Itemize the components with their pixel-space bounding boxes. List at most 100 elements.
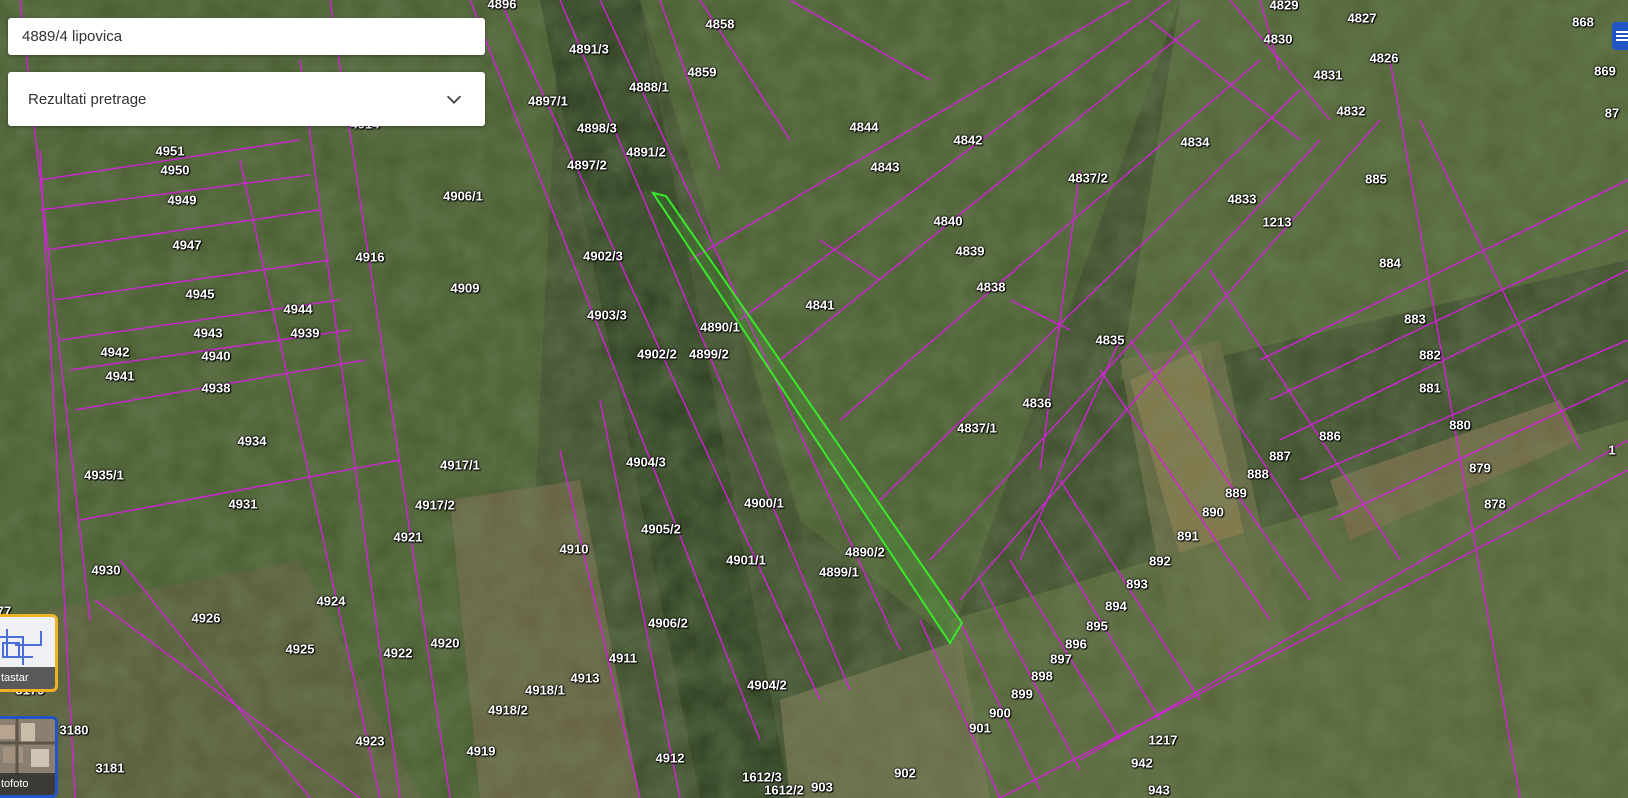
parcel-label: 4837/2 (1068, 170, 1108, 186)
parcel-label: 1213 (1262, 214, 1292, 230)
parcel-label: 4922 (383, 645, 413, 661)
layer-ortofoto-button[interactable]: tofoto (0, 716, 58, 798)
parcel-label: 4951 (155, 143, 185, 159)
parcel-label: 888 (1247, 466, 1269, 482)
parcel-label: 895 (1086, 618, 1108, 634)
parcel-label: 4944 (283, 301, 313, 317)
parcel-label: 4920 (430, 635, 460, 651)
parcel-label: 4943 (193, 325, 223, 341)
parcel-label: 1612/2 (764, 782, 804, 798)
parcel-label: 4931 (228, 496, 258, 512)
parcel-label: 886 (1319, 428, 1341, 444)
parcel-label: 4888/1 (629, 79, 669, 95)
parcel-label: 4890/1 (700, 319, 740, 335)
parcel-label: 883 (1404, 311, 1426, 327)
layer-katastar-button[interactable]: tastar (0, 614, 58, 692)
parcel-label: 4938 (201, 380, 231, 396)
parcel-label: 4921 (393, 529, 423, 545)
parcel-label: 4923 (355, 733, 385, 749)
parcel-label: 4904/3 (626, 454, 666, 470)
katastar-thumbnail-icon (0, 617, 55, 669)
parcel-label: 868 (1572, 14, 1594, 30)
layer-ortofoto-label: tofoto (0, 773, 55, 795)
parcel-label: 4906/1 (443, 188, 483, 204)
parcel-label: 4942 (100, 344, 130, 360)
parcel-label: 4891/3 (569, 41, 609, 57)
parcel-label: 899 (1011, 686, 1033, 702)
parcel-label: 894 (1105, 598, 1127, 614)
parcel-label: 3181 (95, 760, 125, 776)
parcel-label: 4904/2 (747, 677, 787, 693)
parcel-label: 87 (1604, 105, 1620, 121)
parcel-label: 4941 (105, 368, 135, 384)
parcel-label: 4906/2 (648, 615, 688, 631)
menu-icon (1616, 31, 1628, 41)
parcel-label: 4834 (1180, 134, 1210, 150)
parcel-label: 4912 (655, 750, 685, 766)
parcel-label: 4858 (705, 16, 735, 32)
parcel-label: 902 (894, 765, 916, 781)
parcel-label: 4843 (870, 159, 900, 175)
parcel-label: 4940 (201, 348, 231, 364)
search-box[interactable] (8, 18, 485, 55)
parcel-label: 4930 (91, 562, 121, 578)
parcel-label: 896 (1065, 636, 1087, 652)
parcel-label: 4917/2 (415, 497, 455, 513)
parcel-label: 4924 (316, 593, 346, 609)
parcel-label: 4829 (1269, 0, 1299, 13)
parcel-label: 887 (1269, 448, 1291, 464)
parcel-label: 884 (1379, 255, 1401, 271)
parcel-label: 4830 (1263, 31, 1293, 47)
parcel-label: 891 (1177, 528, 1199, 544)
search-results-dropdown[interactable]: Rezultati pretrage (8, 72, 485, 126)
parcel-label: 4911 (608, 650, 638, 666)
parcel-label: 1 (1608, 442, 1616, 458)
parcel-label: 869 (1594, 63, 1616, 79)
parcel-label: 4902/2 (637, 346, 677, 362)
parcel-label: 4949 (167, 192, 197, 208)
parcel-label: 897 (1050, 651, 1072, 667)
parcel-label: 4896 (487, 0, 517, 12)
parcel-label: 4950 (160, 162, 190, 178)
parcel-label: 881 (1419, 380, 1441, 396)
chevron-down-icon (446, 95, 462, 104)
parcel-label: 4913 (570, 670, 600, 686)
parcel-label: 4839 (955, 243, 985, 259)
parcel-label: 885 (1365, 171, 1387, 187)
results-label: Rezultati pretrage (28, 90, 147, 108)
parcel-label: 1217 (1148, 732, 1178, 748)
parcel-label: 4901/1 (726, 552, 766, 568)
parcel-label: 4835 (1095, 332, 1125, 348)
parcel-label: 4833 (1227, 191, 1257, 207)
parcel-label: 4900/1 (744, 495, 784, 511)
parcel-label: 3180 (59, 722, 89, 738)
parcel-label: 4925 (285, 641, 315, 657)
parcel-label: 4897/2 (567, 157, 607, 173)
parcel-label: 4910 (559, 541, 589, 557)
parcel-label: 889 (1225, 485, 1247, 501)
parcel-label: 4891/2 (626, 144, 666, 160)
menu-button[interactable] (1612, 22, 1628, 50)
parcel-label: 4935/1 (84, 467, 124, 483)
parcel-label: 4918/2 (488, 702, 528, 718)
parcel-label: 4918/1 (525, 682, 565, 698)
ortofoto-thumbnail-icon (0, 719, 55, 775)
layer-katastar-label: tastar (0, 667, 55, 689)
parcel-label: 4905/2 (641, 521, 681, 537)
parcel-label: 4899/2 (689, 346, 729, 362)
parcel-label: 4902/3 (583, 248, 623, 264)
parcel-label: 4844 (849, 119, 879, 135)
parcel-label: 943 (1148, 782, 1170, 798)
parcel-label: 4838 (976, 279, 1006, 295)
parcel-label: 4842 (953, 132, 983, 148)
parcel-label: 4831 (1313, 67, 1343, 83)
parcel-label: 879 (1469, 460, 1491, 476)
parcel-label: 4899/1 (819, 564, 859, 580)
parcel-label: 4841 (805, 297, 835, 313)
parcel-label: 4947 (172, 237, 202, 253)
parcel-label: 4827 (1347, 10, 1377, 26)
parcel-label: 4826 (1369, 50, 1399, 66)
search-input[interactable] (20, 27, 473, 46)
parcel-label: 4840 (933, 213, 963, 229)
parcel-label: 892 (1149, 553, 1171, 569)
